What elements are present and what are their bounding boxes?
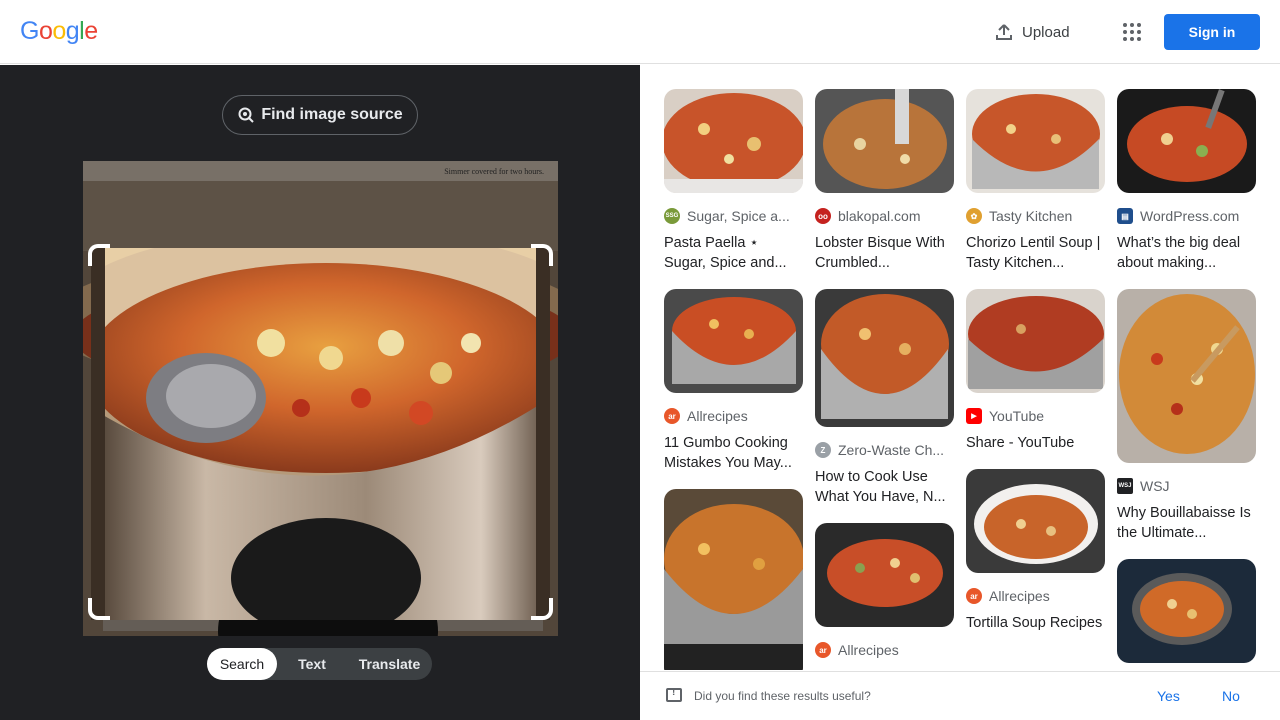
result-title[interactable]: Tortilla Soup Recipes [966,613,1105,633]
feedback-yes-button[interactable]: Yes [1157,688,1180,704]
results-column-1: SSG Sugar, Spice a... Pasta Paella ⋆ Suga… [664,89,803,670]
feedback-icon [666,687,682,702]
result-thumbnail[interactable] [664,89,803,193]
upload-icon [996,24,1012,40]
result-source: ✿ Tasty Kitchen [966,207,1105,225]
mode-tabs: Search Text Translate [207,648,432,680]
result-card[interactable]: ▤ WordPress.com What’s the big deal about… [1117,89,1256,273]
result-title[interactable]: Lobster Bisque With Crumbled... [815,233,954,273]
result-thumbnail[interactable] [815,289,954,427]
blakopal-favicon: oo [815,208,831,224]
google-logo[interactable]: Google [20,17,98,46]
result-card[interactable]: ar Allrecipes [815,523,954,659]
result-title[interactable]: 11 Gumbo Cooking Mistakes You May... [664,433,803,473]
tab-search[interactable]: Search [207,648,277,680]
tab-translate[interactable]: Translate [347,648,432,680]
result-thumbnail[interactable] [815,523,954,627]
result-card[interactable]: WSJ WSJ Why Bouillabaisse Is the Ultimate… [1117,289,1256,543]
result-thumbnail[interactable] [664,489,803,670]
allrecipes-favicon: ar [664,408,680,424]
result-source: ar Allrecipes [664,407,803,425]
result-title[interactable]: How to Cook Use What You Have, N... [815,467,954,507]
result-source: oo blakopal.com [815,207,954,225]
result-card[interactable]: oo blakopal.com Lobster Bisque With Crumb… [815,89,954,273]
crop-handle-top-right[interactable] [531,244,553,266]
query-image: Simmer covered for two hours. [83,161,558,636]
crop-handle-bottom-right[interactable] [531,598,553,620]
youtube-favicon: ▶ [966,408,982,424]
result-title[interactable]: Chorizo Lentil Soup | Tasty Kitchen... [966,233,1105,273]
apps-grid-icon[interactable] [1116,16,1148,48]
result-card[interactable]: ar Allrecipes Tortilla Soup Recipes [966,469,1105,633]
result-thumbnail[interactable] [664,289,803,393]
crop-handle-top-left[interactable] [88,244,110,266]
result-thumbnail[interactable] [1117,89,1256,193]
result-thumbnail[interactable] [815,89,954,193]
result-title[interactable]: What’s the big deal about making... [1117,233,1256,273]
result-thumbnail[interactable] [966,289,1105,393]
find-image-source-label: Find image source [261,106,403,123]
allrecipes-favicon: ar [815,642,831,658]
result-card[interactable]: Z Zero-Waste Ch... How to Cook Use What Y… [815,289,954,507]
selected-region[interactable] [91,248,550,620]
result-card[interactable] [664,489,803,670]
zero-waste-favicon: Z [815,442,831,458]
crop-handle-bottom-left[interactable] [88,598,110,620]
result-source: ar Allrecipes [966,587,1105,605]
result-source: Z Zero-Waste Ch... [815,441,954,459]
lens-search-icon [238,107,255,123]
feedback-question: Did you find these results useful? [694,689,871,703]
result-source: ▤ WordPress.com [1117,207,1256,225]
result-thumbnail[interactable] [966,469,1105,573]
result-thumbnail[interactable] [966,89,1105,193]
query-image-panel: Find image source Simmer covered for two… [0,65,640,720]
pot-soup-image [91,248,550,620]
sugar-spice-favicon: SSG [664,208,680,224]
find-image-source-button[interactable]: Find image source [222,95,418,135]
result-source: WSJ WSJ [1117,478,1170,494]
result-source: ar Allrecipes [815,641,954,659]
feedback-no-button[interactable]: No [1222,688,1240,704]
upload-button[interactable]: Upload [984,14,1080,50]
tab-text[interactable]: Text [277,648,347,680]
results-column-4: ▤ WordPress.com What’s the big deal about… [1117,89,1256,670]
result-title[interactable]: Pasta Paella ⋆ Sugar, Spice and... [664,233,803,273]
result-card[interactable]: ar Allrecipes 11 Gumbo Cooking Mistakes Y… [664,289,803,473]
result-source: SSG Sugar, Spice a... [664,208,790,224]
result-card[interactable] [1117,559,1256,663]
result-source: ▶ YouTube [966,407,1105,425]
result-thumbnail[interactable] [1117,559,1256,663]
allrecipes-favicon: ar [966,588,982,604]
wordpress-favicon: ▤ [1117,208,1133,224]
results-column-3: ✿ Tasty Kitchen Chorizo Lentil Soup | Tas… [966,89,1105,649]
result-card[interactable]: ▶ YouTube Share - YouTube [966,289,1105,453]
top-bar: Google Upload Sign in [0,0,1280,64]
tasty-kitchen-favicon: ✿ [966,208,982,224]
wsj-favicon: WSJ [1117,478,1133,494]
result-title[interactable]: Why Bouillabaisse Is the Ultimate... [1117,503,1256,543]
result-thumbnail[interactable] [1117,289,1256,463]
image-caption: Simmer covered for two hours. [444,167,544,176]
feedback-bar: Did you find these results useful? Yes N… [640,671,1280,720]
results-panel: SSG Sugar, Spice a... Pasta Paella ⋆ Suga… [640,65,1280,670]
result-card[interactable]: ✿ Tasty Kitchen Chorizo Lentil Soup | Tas… [966,89,1105,273]
sign-in-button[interactable]: Sign in [1164,14,1260,50]
upload-label: Upload [1022,23,1070,41]
results-column-2: oo blakopal.com Lobster Bisque With Crumb… [815,89,954,670]
result-title[interactable]: Share - YouTube [966,433,1105,453]
result-card[interactable]: SSG Sugar, Spice a... Pasta Paella ⋆ Suga… [664,89,803,273]
